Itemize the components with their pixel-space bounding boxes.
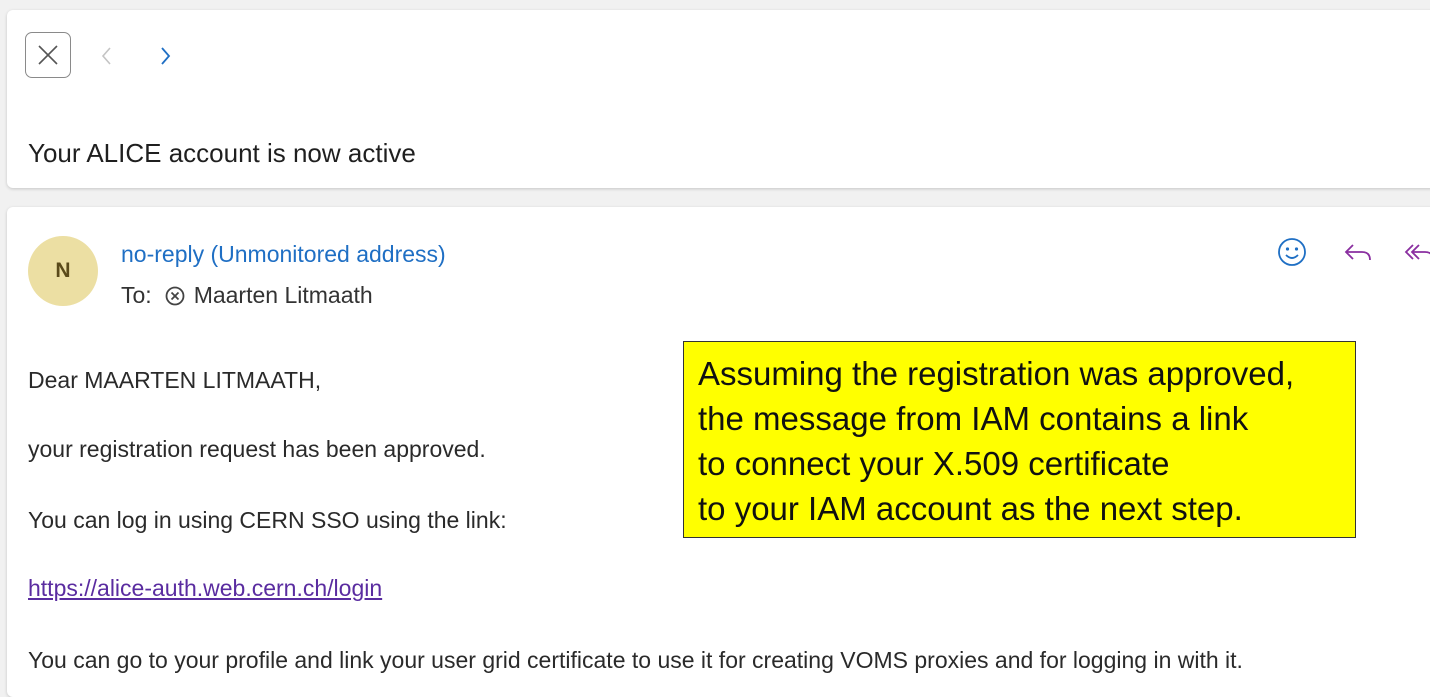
callout-line-2: the message from IAM contains a link	[698, 400, 1249, 437]
chevron-left-icon	[101, 47, 111, 65]
remove-circle-icon[interactable]	[164, 285, 186, 307]
reply-button[interactable]	[1341, 235, 1375, 269]
body-line-login: You can log in using CERN SSO using the …	[28, 507, 507, 533]
sender-name[interactable]: no-reply (Unmonitored address)	[121, 241, 446, 268]
previous-message-button[interactable]	[95, 44, 119, 68]
body-greeting: Dear MAARTEN LITMAATH,	[28, 367, 322, 393]
to-label: To:	[121, 282, 152, 308]
chevron-right-icon	[161, 47, 171, 65]
reply-all-icon	[1404, 244, 1430, 260]
recipient-line: To: Maarten Litmaath	[121, 282, 373, 309]
recipient-name[interactable]: Maarten Litmaath	[194, 282, 373, 309]
close-icon	[38, 45, 58, 65]
reaction-button[interactable]	[1275, 235, 1309, 269]
smiley-icon	[1278, 238, 1306, 266]
next-message-button[interactable]	[153, 44, 177, 68]
close-button[interactable]	[25, 32, 71, 78]
callout-line-1: Assuming the registration was approved,	[698, 355, 1295, 392]
annotation-callout: Assuming the registration was approved, …	[683, 341, 1356, 538]
body-line-approved: your registration request has been appro…	[28, 436, 486, 462]
message-subject: Your ALICE account is now active	[28, 138, 416, 168]
body-line-profile: You can go to your profile and link your…	[28, 647, 1243, 673]
login-link[interactable]: https://alice-auth.web.cern.ch/login	[28, 575, 382, 602]
reply-icon	[1344, 244, 1371, 261]
avatar[interactable]: N	[28, 236, 98, 306]
callout-line-4: to your IAM account as the next step.	[698, 490, 1243, 527]
reading-pane-header: Your ALICE account is now active	[7, 10, 1430, 188]
callout-line-3: to connect your X.509 certificate	[698, 445, 1170, 482]
reply-all-button[interactable]	[1402, 235, 1430, 269]
